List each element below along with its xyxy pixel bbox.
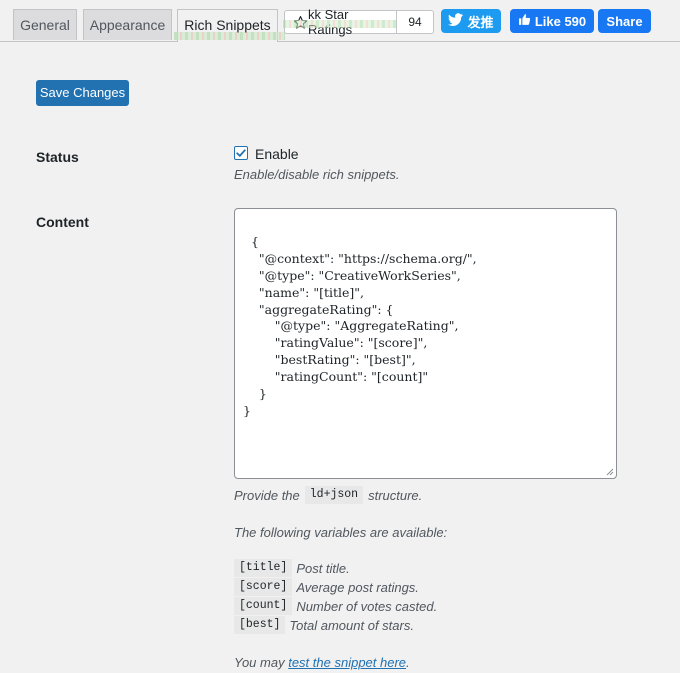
status-description: Enable/disable rich snippets. (234, 167, 400, 182)
facebook-like-button[interactable]: Like 590 (510, 9, 594, 33)
star-ratings-count: 94 (396, 11, 433, 33)
tab-appearance[interactable]: Appearance (83, 9, 172, 40)
test-snippet-link[interactable]: test the snippet here (288, 655, 406, 670)
format-code: ld+json (304, 486, 364, 504)
variable-row: [score] Average post ratings. (234, 578, 419, 596)
variable-row: [best] Total amount of stars. (234, 616, 414, 634)
enable-label[interactable]: Enable (255, 146, 299, 162)
star-ratings-label[interactable]: kk Star Ratings (283, 7, 396, 37)
variables-intro: The following variables are available: (234, 525, 448, 540)
save-changes-button[interactable]: Save Changes (36, 80, 129, 106)
variable-description: Total amount of stars. (289, 617, 414, 633)
test-snippet-line: You may test the snippet here. (234, 655, 410, 670)
star-ratings-text: kk Star Ratings (308, 7, 353, 37)
test-snippet-prefix: You may (234, 655, 285, 670)
ld-json-textarea[interactable]: { "@context": "https://schema.org/", "@t… (234, 208, 617, 479)
facebook-share-button[interactable]: Share (598, 9, 651, 33)
twitter-bird-icon (448, 13, 464, 29)
format-hint-suffix: structure. (368, 487, 423, 503)
tweet-label: 发推 (467, 14, 494, 30)
tab-rich-snippets[interactable]: Rich Snippets (174, 9, 285, 42)
test-snippet-suffix: . (406, 655, 410, 670)
like-label: Like 590 (534, 13, 587, 29)
format-hint: Provide the ld+json structure. (234, 486, 422, 504)
variable-code: [title] (234, 559, 293, 577)
variable-description: Post title. (296, 560, 350, 576)
status-label: Status (36, 149, 79, 165)
checkmark-icon (236, 149, 246, 157)
variable-code: [best] (234, 616, 286, 634)
star-ratings-widget[interactable]: kk Star Ratings 94 (283, 7, 434, 37)
enable-checkbox[interactable] (234, 146, 248, 160)
variable-row: [count] Number of votes casted. (234, 597, 437, 615)
ld-json-text: { "@context": "https://schema.org/", "@t… (243, 233, 477, 418)
thumbs-up-icon (518, 13, 531, 29)
tab-general[interactable]: General (13, 9, 77, 40)
resize-handle-icon[interactable] (605, 467, 614, 476)
variable-code: [count] (234, 597, 293, 615)
content-label: Content (36, 214, 89, 230)
variable-row: [title] Post title. (234, 559, 350, 577)
variable-description: Number of votes casted. (296, 598, 438, 614)
star-icon (293, 15, 308, 30)
format-hint-prefix: Provide the (234, 487, 300, 503)
tweet-button[interactable]: 发推 (441, 9, 501, 33)
variable-code: [score] (234, 578, 293, 596)
variable-description: Average post ratings. (296, 579, 419, 595)
